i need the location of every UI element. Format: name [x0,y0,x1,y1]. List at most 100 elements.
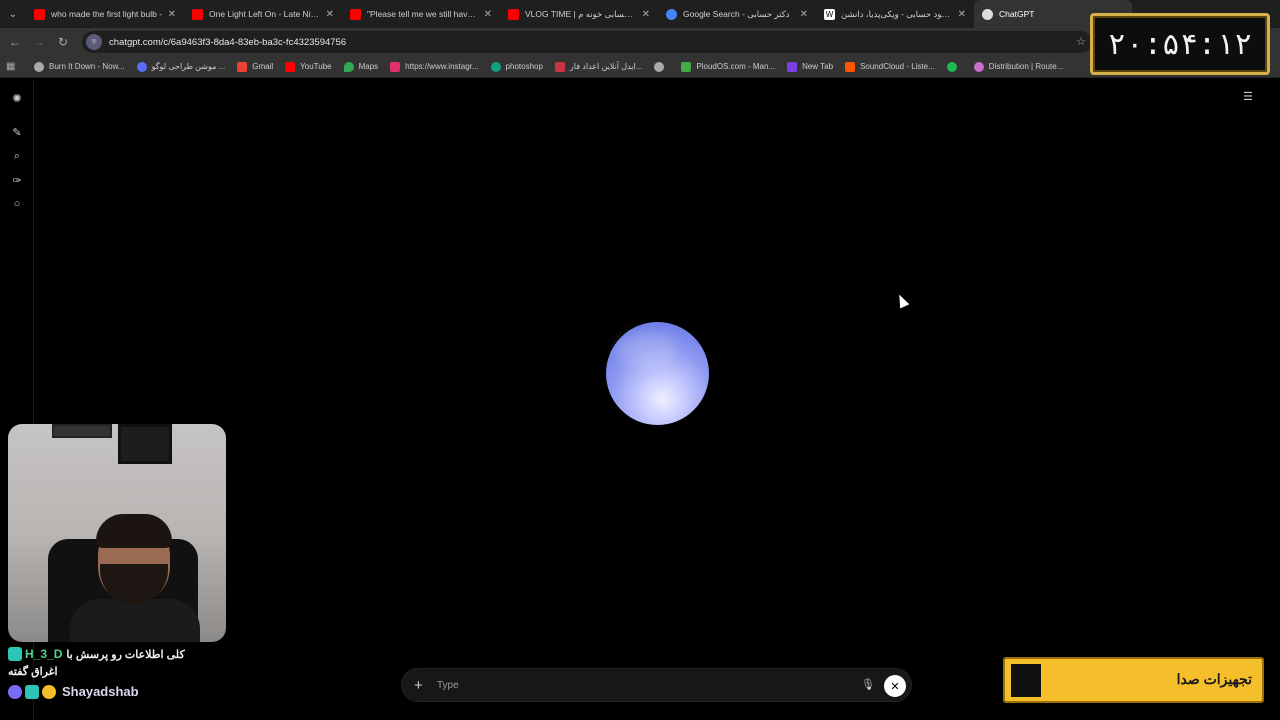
youtube-icon [508,8,519,20]
maps-pin-icon [343,61,354,72]
site-info-icon[interactable]: ⌾ [86,34,102,50]
bookmark-label: Burn It Down - Now... [49,62,125,71]
distribution-icon [973,61,984,72]
streamer-body [70,599,200,642]
bookmark[interactable]: photoshop [490,61,543,72]
url-field[interactable]: ⌾ chatgpt.com/c/6a9463f3-8da4-83eb-ba3c-… [82,31,1092,53]
mouse-cursor [894,292,910,309]
bookmark-label: PloudOS.com - Man... [696,62,776,71]
stream-timer: ۲۰:۵۴:۱۲ [1090,13,1270,75]
chat-username: Shayadshab [62,684,139,699]
tab-search-icon[interactable]: ⌄ [0,0,26,28]
badge-icon [25,684,39,699]
bookmark-icon [34,61,44,72]
chat-message: H_3_D کلی اطلاعات رو پرسش با [8,647,238,661]
chat-username: H_3_D [25,647,63,661]
tab-3[interactable]: VLOG TIME | دکتر حسابی خونه م ✕ [500,0,658,28]
close-icon[interactable]: ✕ [168,9,176,20]
bookmark[interactable]: Maps [343,61,379,72]
bookmark[interactable]: https://www.instagr... [390,61,479,72]
end-voice-button[interactable]: ✕ [884,675,906,697]
back-icon[interactable]: ← [3,28,27,56]
bookmark-icon [136,61,147,72]
youtube-icon [285,61,296,72]
bookmark[interactable]: ایدل آنلاین اعداد فار... [554,61,642,72]
tab-title: محمود حسابی - ویکی‌پدیا، دانشن [841,8,954,19]
bookmark[interactable]: SoundCloud - Liste... [845,61,935,72]
bookmark[interactable]: New Tab [787,61,834,72]
bookmark[interactable]: Distribution | Route... [973,61,1063,72]
apps-grid-icon[interactable]: ▦ [6,61,20,72]
close-icon[interactable]: ✕ [326,9,334,20]
bookmark[interactable]: Burn It Down - Now... [34,61,125,72]
banner-panel [1011,664,1041,697]
overlay-banner: تجهیزات صدا [1003,657,1264,703]
wall-frame [52,424,112,438]
new-tab-icon [787,61,798,72]
tab-title: who made the first light bulb - [51,9,163,19]
globe-icon [654,61,665,72]
bookmark-label: موشن طراحی لوگو ... [151,62,226,71]
close-icon[interactable]: ✕ [484,9,492,20]
wall-frame [118,424,172,464]
google-icon [666,8,677,20]
tab-4[interactable]: Google Search - دکتر حسابی ✕ [658,0,816,28]
bookmark[interactable]: Gmail [237,61,274,72]
pin-icon[interactable]: ✑ [10,173,24,187]
tab-title: One Light Left On - Late Night [209,9,322,19]
bookmark[interactable] [946,61,962,72]
badge-icon [42,684,56,699]
bookmark-label: photoshop [505,62,543,71]
chatgpt-icon [982,8,993,20]
url-text: chatgpt.com/c/6a9463f3-8da4-83eb-ba3c-fc… [109,36,347,48]
composer-input[interactable]: Type [437,680,459,691]
tab-title: Google Search - دکتر حسابی [683,8,790,19]
plus-icon[interactable]: + [414,677,423,694]
voice-mode-orb [606,322,709,425]
chatgpt-icon [490,61,501,72]
bookmark[interactable]: PloudOS.com - Man... [681,61,776,72]
flag-icon [554,61,565,72]
spotify-icon [946,61,957,72]
youtube-icon [34,8,45,20]
address-bar: ← → ↻ ⌾ chatgpt.com/c/6a9463f3-8da4-83eb… [0,28,1280,56]
tab-title: VLOG TIME | دکتر حسابی خونه م [525,8,638,19]
sliders-settings-icon[interactable]: ☰ [1243,90,1257,104]
new-chat-icon[interactable]: ✎ [10,125,24,139]
tab-5[interactable]: W محمود حسابی - ویکی‌پدیا، دانشن ✕ [816,0,974,28]
reload-icon[interactable]: ↻ [51,28,75,56]
tab-1[interactable]: One Light Left On - Late Night ✕ [184,0,342,28]
bookmark[interactable] [654,61,669,72]
openai-logo-icon[interactable]: ✺ [10,91,24,105]
bookmark-label: https://www.instagr... [405,62,479,71]
tab-2[interactable]: "Please tell me we still have co ✕ [342,0,500,28]
bookmark-label: YouTube [300,62,332,71]
voice-composer: + Type 🎙 ✕ [401,668,912,702]
youtube-icon [350,8,361,20]
close-icon[interactable]: ✕ [800,9,808,20]
chat-message: Shayadshab [8,684,238,699]
forward-icon[interactable]: → [27,28,51,56]
soundcloud-icon [845,61,856,72]
tab-0[interactable]: who made the first light bulb - ✕ [26,0,184,28]
badge-icon [8,684,22,699]
bookmark[interactable]: YouTube [285,61,332,72]
bookmark-label: Gmail [252,62,274,71]
mic-off-icon[interactable]: 🎙 [861,678,875,691]
bookmarks-bar: ▦ Burn It Down - Now... موشن طراحی لوگو … [0,56,1280,78]
play-icon [681,61,692,72]
close-icon[interactable]: ✕ [958,9,966,20]
webcam-feed [8,424,226,642]
youtube-icon [192,8,203,20]
bookmark-label: New Tab [802,62,834,71]
bookmark-label: SoundCloud - Liste... [860,62,935,71]
bookmark-label: Maps [358,62,379,71]
search-icon[interactable]: ⌕ [10,149,24,163]
wikipedia-icon: W [824,8,835,20]
star-icon[interactable]: ☆ [1076,35,1086,48]
chat-bubble-icon[interactable]: ○ [10,197,24,211]
instagram-icon [390,61,401,72]
close-icon[interactable]: ✕ [642,9,650,20]
bookmark[interactable]: موشن طراحی لوگو ... [136,61,226,72]
streamer-hair [96,514,172,548]
